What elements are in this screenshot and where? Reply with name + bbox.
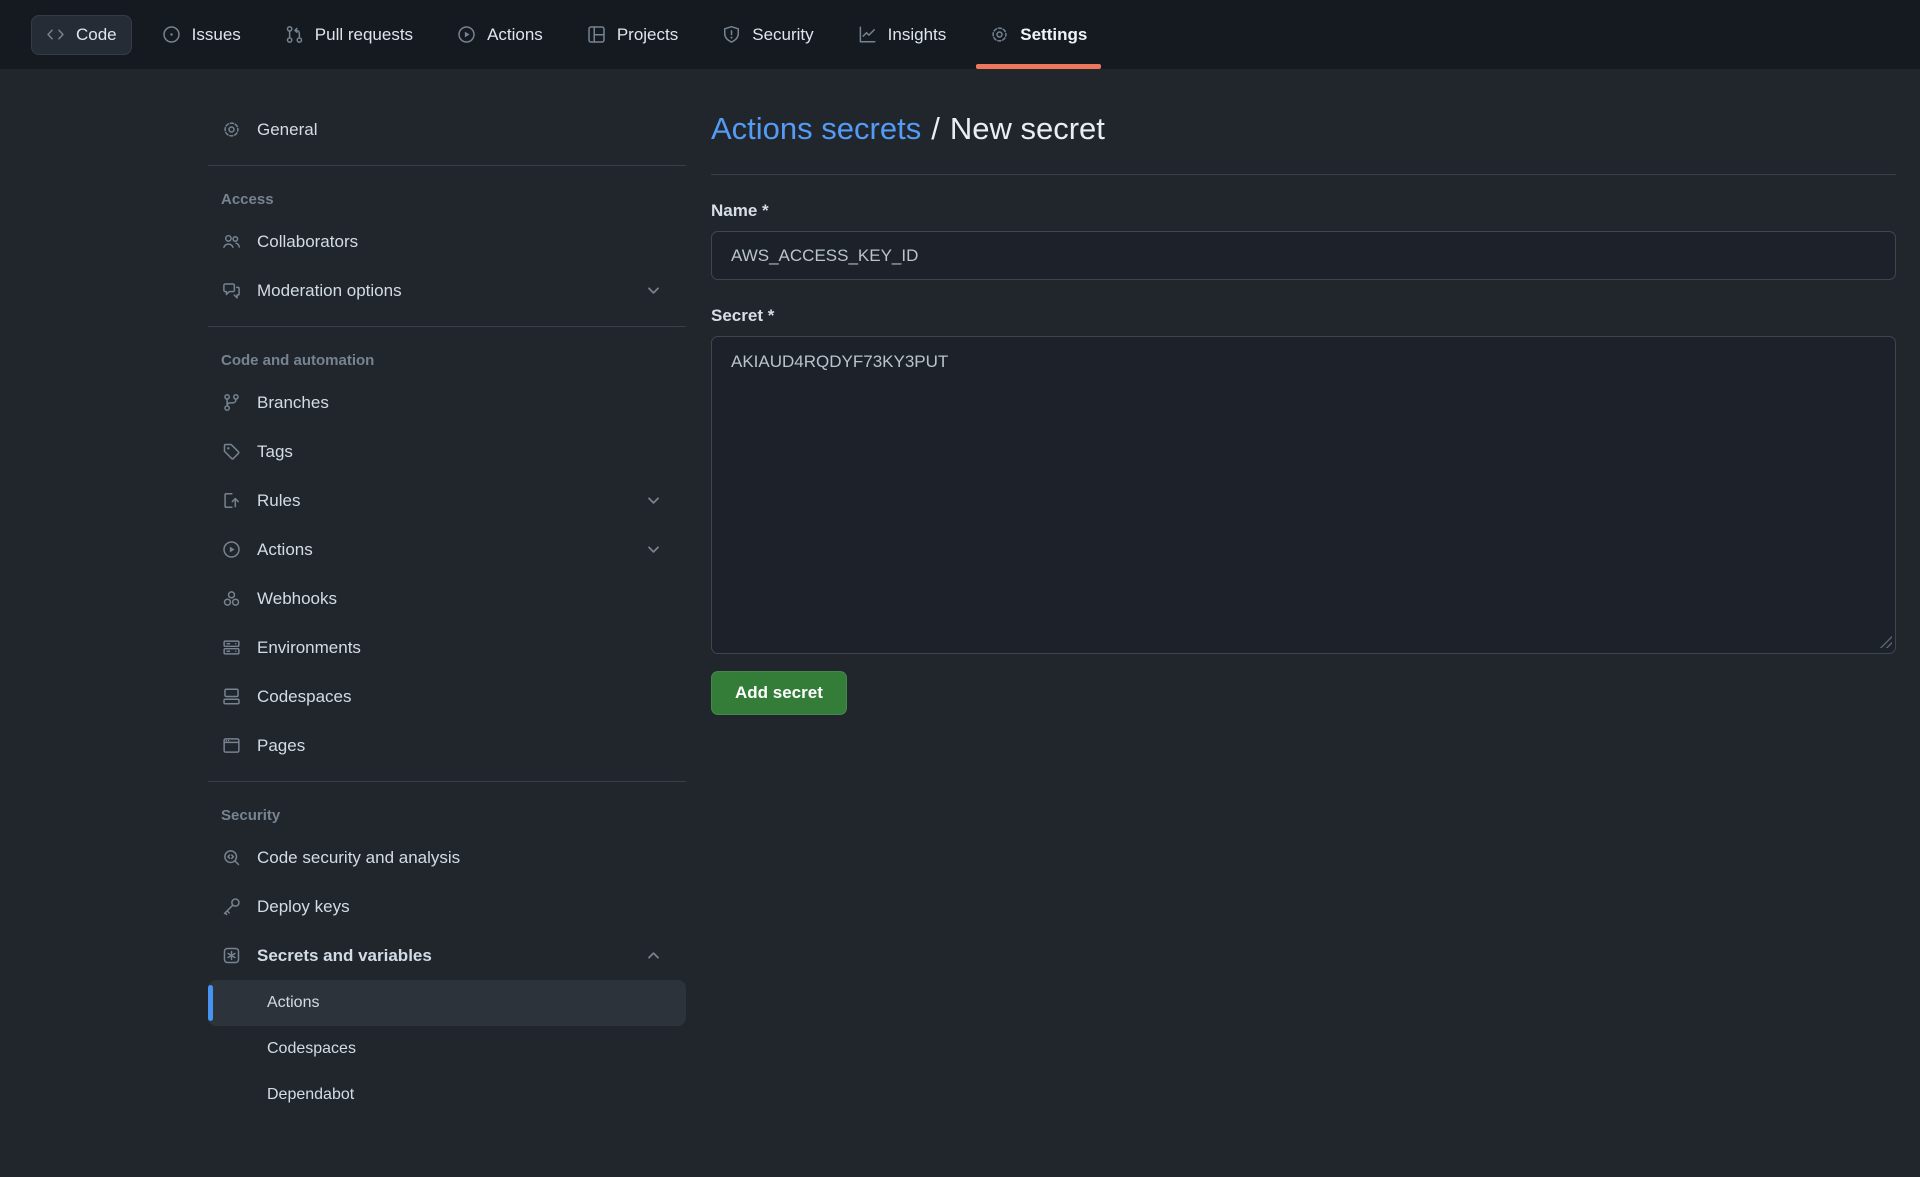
name-label: Name * bbox=[711, 201, 1896, 221]
add-secret-button[interactable]: Add secret bbox=[711, 671, 847, 715]
breadcrumb-current: New secret bbox=[950, 111, 1105, 146]
sidebar-item-tags[interactable]: Tags bbox=[208, 427, 686, 476]
graph-icon bbox=[858, 25, 877, 44]
sidebar-subitem-label: Actions bbox=[267, 994, 319, 1012]
main-content: Actions secrets / New secret Name * Secret… bbox=[711, 69, 1896, 715]
nav-tab-issues[interactable]: Issues bbox=[143, 0, 260, 69]
chevron-down-icon bbox=[645, 282, 662, 299]
sidebar-item-label: Moderation options bbox=[257, 281, 402, 301]
code-icon bbox=[46, 25, 65, 44]
chevron-down-icon bbox=[645, 541, 662, 558]
resize-grip-icon[interactable] bbox=[1879, 635, 1892, 648]
sidebar-item-deploy-keys[interactable]: Deploy keys bbox=[208, 882, 686, 931]
sidebar-item-environments[interactable]: Environments bbox=[208, 623, 686, 672]
project-icon bbox=[587, 25, 606, 44]
codescan-icon bbox=[221, 848, 242, 867]
browser-icon bbox=[221, 736, 242, 755]
sidebar-item-label: Deploy keys bbox=[257, 897, 350, 917]
sidebar-divider bbox=[208, 326, 686, 327]
people-icon bbox=[221, 232, 242, 251]
rules-icon bbox=[221, 491, 242, 510]
secret-value-textarea[interactable]: AKIAUD4RQDYF73KY3PUT bbox=[711, 336, 1896, 654]
sidebar-item-pages[interactable]: Pages bbox=[208, 721, 686, 770]
sidebar-section-header-security: Security bbox=[208, 793, 686, 833]
sidebar-divider bbox=[208, 781, 686, 782]
sidebar-item-label: Pages bbox=[257, 736, 305, 756]
play-icon bbox=[221, 540, 242, 559]
repo-nav: Code Issues Pull requests Actions Projects Se… bbox=[0, 0, 1920, 69]
title-divider bbox=[711, 174, 1896, 175]
git-branch-icon bbox=[221, 393, 242, 412]
key-icon bbox=[221, 897, 242, 916]
actions-secrets-link[interactable]: Actions secrets bbox=[711, 111, 921, 146]
nav-tab-insights[interactable]: Insights bbox=[839, 0, 966, 69]
sidebar-subitem-codespaces[interactable]: Codespaces bbox=[208, 1026, 686, 1072]
repo-nav-tabs: Code Issues Pull requests Actions Projects Se… bbox=[0, 0, 1920, 69]
chevron-down-icon bbox=[645, 492, 662, 509]
gear-icon bbox=[221, 120, 242, 139]
sidebar-item-label: Rules bbox=[257, 491, 300, 511]
nav-tab-label: Insights bbox=[888, 25, 947, 45]
codespaces-icon bbox=[221, 687, 242, 706]
nav-tab-label: Issues bbox=[192, 25, 241, 45]
sidebar-item-branches[interactable]: Branches bbox=[208, 378, 686, 427]
sidebar-item-label: Code security and analysis bbox=[257, 848, 460, 868]
sidebar-item-label: Tags bbox=[257, 442, 293, 462]
sidebar-item-actions[interactable]: Actions bbox=[208, 525, 686, 574]
sidebar-item-general[interactable]: General bbox=[208, 105, 686, 154]
sidebar-subitem-label: Codespaces bbox=[267, 1040, 356, 1058]
nav-tab-projects[interactable]: Projects bbox=[568, 0, 697, 69]
sidebar-subitem-actions[interactable]: Actions bbox=[208, 980, 686, 1026]
nav-tab-label: Actions bbox=[487, 25, 543, 45]
sidebar-item-code-security-and-analysis[interactable]: Code security and analysis bbox=[208, 833, 686, 882]
sidebar-subitem-dependabot[interactable]: Dependabot bbox=[208, 1072, 686, 1118]
settings-sidebar: General Access Collaborators Moderation opt… bbox=[208, 69, 686, 1118]
nav-tab-code[interactable]: Code bbox=[26, 0, 137, 69]
sidebar-item-label: Branches bbox=[257, 393, 329, 413]
sidebar-item-secrets-and-variables[interactable]: Secrets and variables bbox=[208, 931, 686, 980]
comment-discussion-icon bbox=[221, 281, 242, 300]
secret-textarea-wrap: AKIAUD4RQDYF73KY3PUT bbox=[711, 336, 1896, 654]
sidebar-item-label: General bbox=[257, 120, 317, 140]
shield-icon bbox=[722, 25, 741, 44]
nav-tab-label: Code bbox=[76, 25, 117, 45]
breadcrumb-separator: / bbox=[931, 111, 940, 146]
sidebar-subitem-label: Dependabot bbox=[267, 1086, 354, 1104]
tag-icon bbox=[221, 442, 242, 461]
sidebar-divider bbox=[208, 165, 686, 166]
sidebar-section-header-access: Access bbox=[208, 177, 686, 217]
nav-tab-label: Security bbox=[752, 25, 813, 45]
nav-tab-actions[interactable]: Actions bbox=[438, 0, 562, 69]
issue-icon bbox=[162, 25, 181, 44]
nav-tab-security[interactable]: Security bbox=[703, 0, 832, 69]
sidebar-item-label: Webhooks bbox=[257, 589, 337, 609]
nav-tab-label: Settings bbox=[1020, 25, 1087, 45]
play-icon bbox=[457, 25, 476, 44]
sidebar-item-label: Environments bbox=[257, 638, 361, 658]
page-title: Actions secrets / New secret bbox=[711, 111, 1896, 147]
sidebar-item-label: Codespaces bbox=[257, 687, 352, 707]
pull-request-icon bbox=[285, 25, 304, 44]
sidebar-item-label: Secrets and variables bbox=[257, 946, 432, 966]
sidebar-item-codespaces[interactable]: Codespaces bbox=[208, 672, 686, 721]
sidebar-item-moderation-options[interactable]: Moderation options bbox=[208, 266, 686, 315]
gear-icon bbox=[990, 25, 1009, 44]
secret-label: Secret * bbox=[711, 306, 1896, 326]
nav-tab-label: Projects bbox=[617, 25, 678, 45]
sidebar-item-collaborators[interactable]: Collaborators bbox=[208, 217, 686, 266]
sidebar-item-rules[interactable]: Rules bbox=[208, 476, 686, 525]
secret-name-input[interactable] bbox=[711, 231, 1896, 280]
nav-tab-settings[interactable]: Settings bbox=[971, 0, 1106, 69]
sidebar-section-header-code-and-automation: Code and automation bbox=[208, 338, 686, 378]
chevron-up-icon bbox=[645, 947, 662, 964]
server-icon bbox=[221, 638, 242, 657]
sidebar-item-webhooks[interactable]: Webhooks bbox=[208, 574, 686, 623]
nav-tab-pull-requests[interactable]: Pull requests bbox=[266, 0, 432, 69]
sidebar-item-label: Collaborators bbox=[257, 232, 358, 252]
asterisk-box-icon bbox=[221, 946, 242, 965]
sidebar-item-label: Actions bbox=[257, 540, 313, 560]
nav-tab-label: Pull requests bbox=[315, 25, 413, 45]
webhook-icon bbox=[221, 589, 242, 608]
